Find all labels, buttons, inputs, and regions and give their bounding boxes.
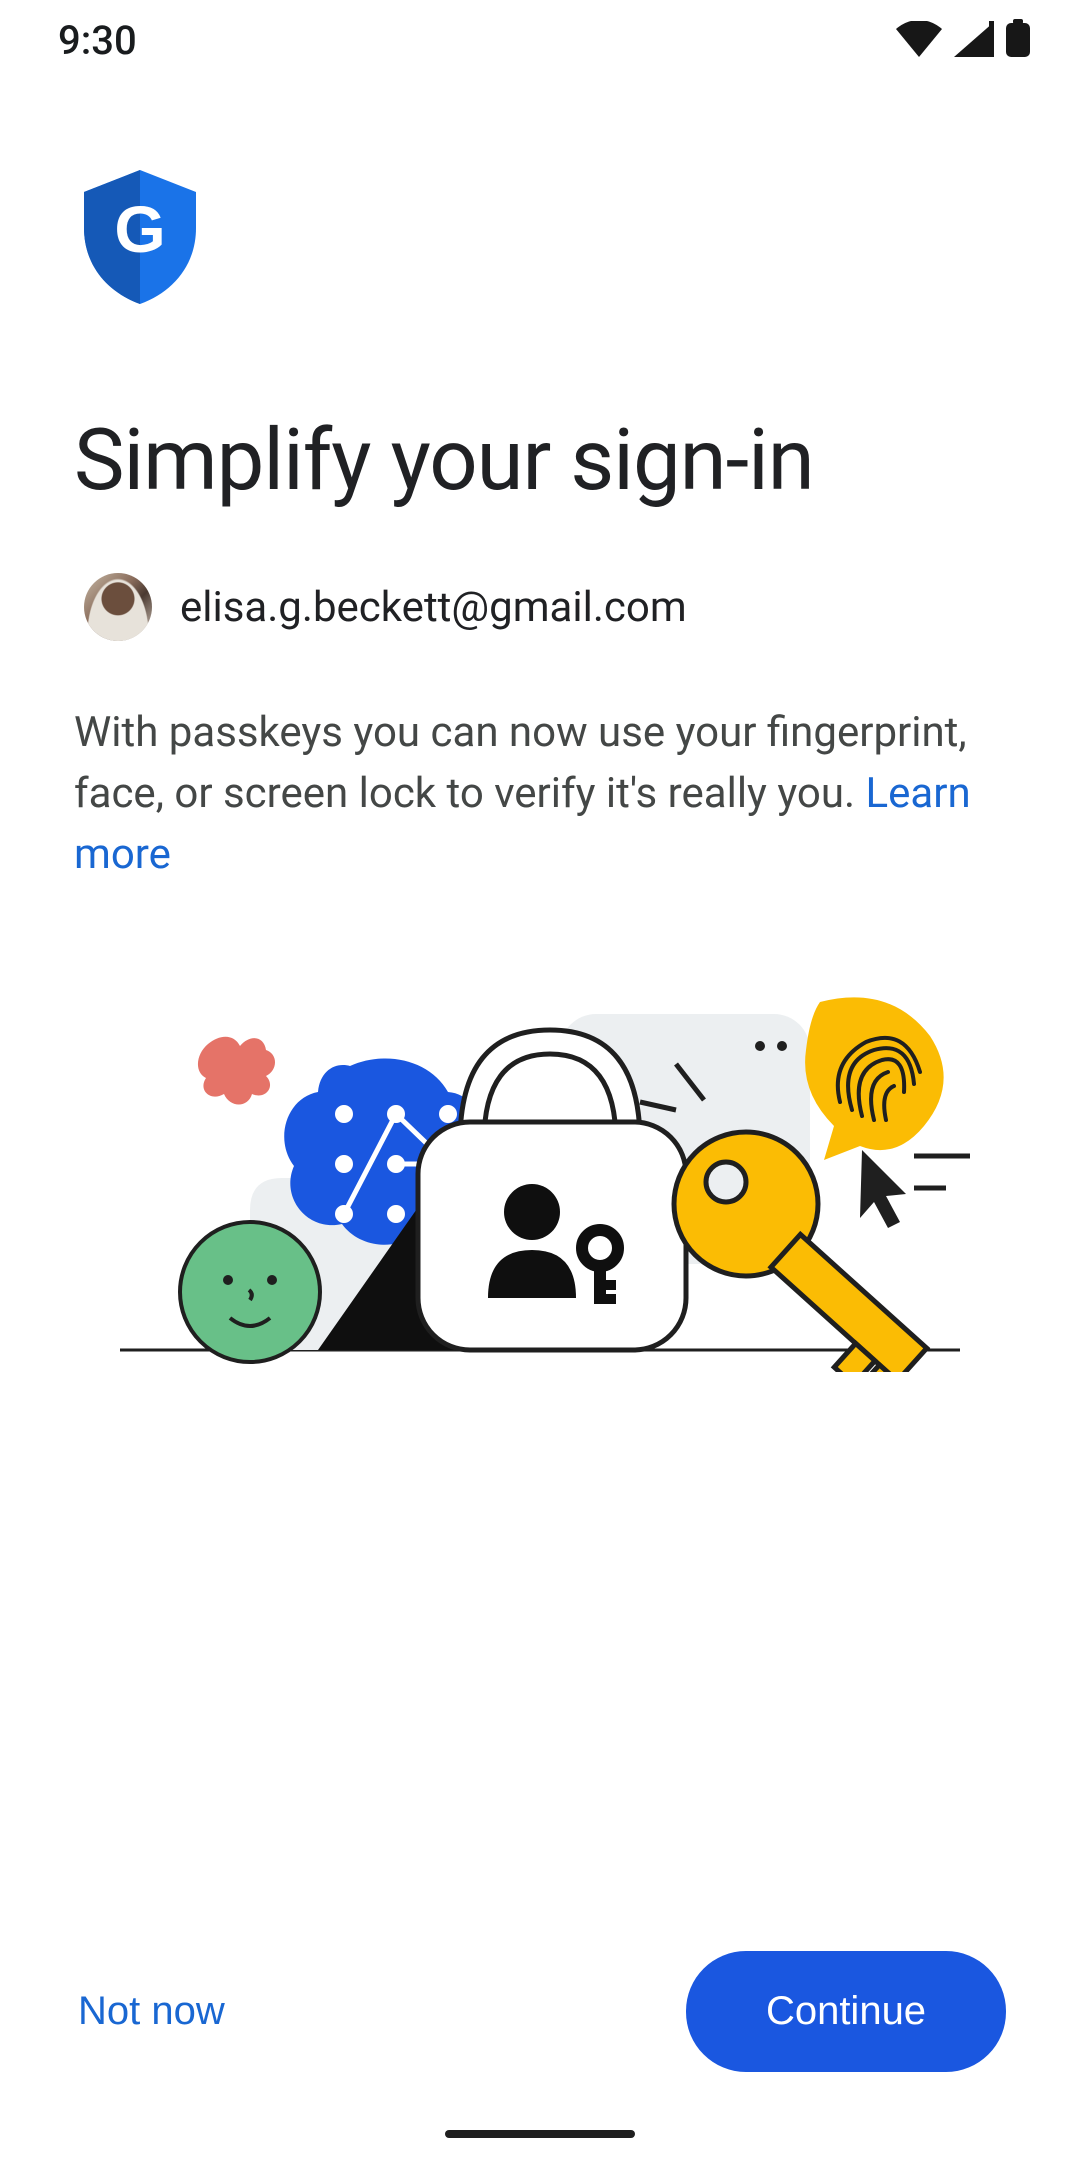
status-icons xyxy=(896,19,1030,61)
key-icon xyxy=(674,1132,927,1372)
status-bar: 9:30 xyxy=(0,0,1080,80)
bottom-action-bar: Not now Continue xyxy=(0,1951,1080,2072)
nav-handle[interactable] xyxy=(445,2130,635,2138)
description-body: With passkeys you can now use your finge… xyxy=(74,708,967,818)
face-icon xyxy=(180,1222,320,1362)
avatar xyxy=(84,573,152,641)
status-time: 9:30 xyxy=(58,17,137,64)
account-email: elisa.g.beckett@gmail.com xyxy=(180,583,687,632)
not-now-button[interactable]: Not now xyxy=(74,1969,229,2054)
x-icon xyxy=(198,1037,275,1105)
fingerprint-icon xyxy=(805,997,944,1160)
continue-button[interactable]: Continue xyxy=(686,1951,1006,2072)
wifi-icon xyxy=(896,21,942,61)
lock-icon xyxy=(418,1122,686,1350)
app-shield-icon: G xyxy=(74,170,1006,308)
cursor-icon xyxy=(860,1150,906,1228)
page-title: Simplify your sign-in xyxy=(74,416,1006,505)
battery-icon xyxy=(1006,19,1030,61)
svg-text:G: G xyxy=(114,192,165,266)
cell-signal-icon xyxy=(954,21,994,61)
description-text: With passkeys you can now use your finge… xyxy=(74,703,1006,886)
main-content: G Simplify your sign-in elisa.g.beckett@… xyxy=(0,80,1080,1372)
account-chip[interactable]: elisa.g.beckett@gmail.com xyxy=(74,573,1006,641)
passkey-illustration xyxy=(74,942,1006,1372)
